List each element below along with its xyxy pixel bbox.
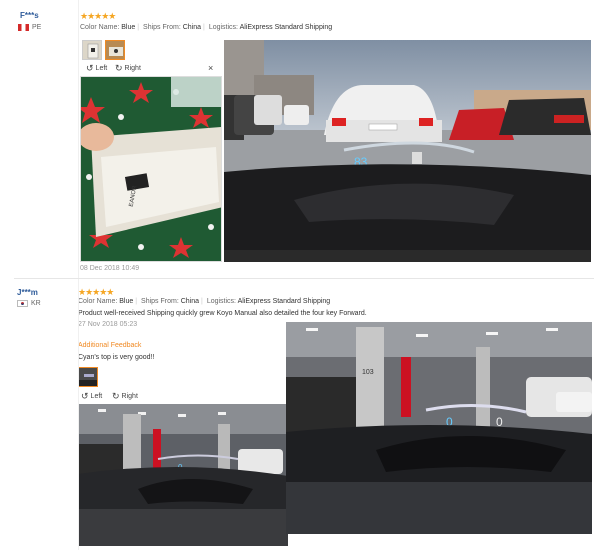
logistics-label: Logistics: xyxy=(206,298,236,305)
ships-label: Ships From: xyxy=(141,298,179,305)
review-photo-hud-street[interactable]: 83 xyxy=(224,40,591,262)
logistics-label: Logistics: xyxy=(208,24,238,31)
review-date: 08 Dec 2018 10:49 xyxy=(80,265,140,272)
rotate-left-icon: ↺ xyxy=(86,63,94,73)
peru-flag-icon xyxy=(18,24,29,31)
reviewer-country: PE xyxy=(18,24,41,31)
review-column-divider xyxy=(78,0,79,550)
review-photo-product-box[interactable]: EANOR xyxy=(80,76,222,262)
rotate-right-label: Right xyxy=(124,65,141,72)
color-label: Color Name: xyxy=(78,298,118,305)
rotate-left-button[interactable]: ↺ Left xyxy=(81,392,102,401)
review-1: F***s PE ★★★★★ Color Name: Blue | Ships F… xyxy=(0,0,600,275)
parking-sign-text: 103 xyxy=(362,369,374,376)
korea-flag-icon xyxy=(17,300,28,307)
rating-stars: ★★★★★ xyxy=(78,287,114,297)
close-viewer-icon[interactable]: × xyxy=(208,63,213,73)
additional-feedback-label: Additional Feedback xyxy=(78,342,142,349)
ships-value: China xyxy=(180,298,200,305)
review-photo-garage-small[interactable]: 0 xyxy=(78,404,288,546)
additional-feedback-text: Cyan's top is very good!! xyxy=(78,354,155,361)
rotate-left-button[interactable]: ↺ Left xyxy=(86,64,107,73)
ships-label: Ships From: xyxy=(143,24,181,31)
reviewer-name[interactable]: F***s xyxy=(20,11,39,20)
rotate-right-button[interactable]: ↻ Right xyxy=(112,392,138,401)
rotate-right-icon: ↻ xyxy=(112,391,120,401)
reviewer-name[interactable]: J***m xyxy=(17,288,38,297)
color-value: Blue xyxy=(119,298,134,305)
review-text: Product well-received Shipping quickly g… xyxy=(78,310,367,317)
rotate-right-button[interactable]: ↻ Right xyxy=(115,64,141,73)
review-meta: Color Name: Blue | Ships From: China | Log… xyxy=(78,298,331,305)
review-photo-garage-large[interactable]: 103 0 0 xyxy=(286,322,592,534)
review-thumbnail-1[interactable] xyxy=(78,367,98,387)
rotate-left-label: Left xyxy=(95,65,108,72)
review-separator xyxy=(14,278,594,279)
rating-stars: ★★★★★ xyxy=(80,11,116,21)
review-date: 27 Nov 2018 05:23 xyxy=(78,321,138,328)
ships-value: China xyxy=(182,24,202,31)
color-value: Blue xyxy=(121,24,136,31)
rotate-left-icon: ↺ xyxy=(81,391,89,401)
rotate-left-label: Left xyxy=(90,393,103,400)
country-code: KR xyxy=(31,300,41,307)
logistics-value: AliExpress Standard Shipping xyxy=(239,24,333,31)
review-meta: Color Name: Blue | Ships From: China | Log… xyxy=(80,24,333,31)
rotate-right-icon: ↻ xyxy=(115,63,123,73)
country-code: PE xyxy=(32,24,42,31)
review-thumbnail-1[interactable] xyxy=(82,40,102,60)
review-2: J***m KR ★★★★★ Color Name: Blue | Ships F… xyxy=(0,280,600,550)
review-thumbnail-2[interactable] xyxy=(105,40,125,60)
reviewer-country: KR xyxy=(17,300,41,307)
rotate-right-label: Right xyxy=(121,393,138,400)
color-label: Color Name: xyxy=(80,24,120,31)
logistics-value: AliExpress Standard Shipping xyxy=(237,298,331,305)
